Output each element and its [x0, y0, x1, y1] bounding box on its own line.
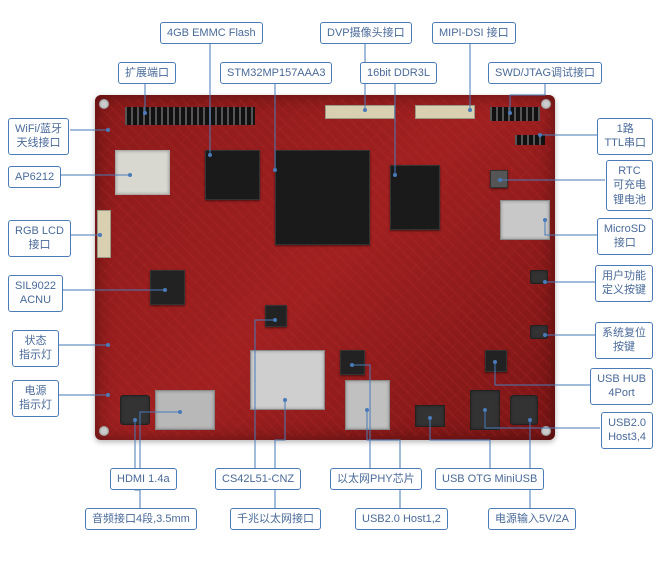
- label-dvp: DVP摄像头接口: [320, 22, 412, 44]
- sil9022-chip: [150, 270, 185, 305]
- label-reset-btn: 系统复位 按键: [595, 322, 653, 359]
- label-microsd: MicroSD 接口: [597, 218, 653, 255]
- soc-chip: [275, 150, 370, 245]
- label-codec: CS42L51-CNZ: [215, 468, 301, 490]
- expansion-header: [125, 107, 255, 125]
- label-phy: 以太网PHY芯片: [330, 468, 422, 490]
- eth-transformer: [250, 350, 325, 410]
- label-user-btn: 用户功能 定义按键: [595, 265, 653, 302]
- dvp-connector: [325, 105, 395, 119]
- hdmi-port: [155, 390, 215, 430]
- usb-hub-chip: [485, 350, 507, 372]
- usb-host34: [470, 390, 500, 430]
- label-usb34: USB2.0 Host3,4: [601, 412, 653, 449]
- label-soc: STM32MP157AAA3: [220, 62, 332, 84]
- label-power-led: 电源 指示灯: [12, 380, 59, 417]
- user-button: [530, 270, 548, 284]
- audio-jack: [120, 395, 150, 425]
- label-ddr: 16bit DDR3L: [360, 62, 437, 84]
- rgb-lcd-connector: [97, 210, 111, 258]
- label-ttl: 1路 TTL串口: [597, 118, 653, 155]
- mini-usb: [415, 405, 445, 427]
- label-sil9022: SIL9022 ACNU: [8, 275, 63, 312]
- label-rtc: RTC 可充电 锂电池: [606, 160, 653, 211]
- mipi-connector: [415, 105, 475, 119]
- eth-phy-chip: [340, 350, 365, 375]
- label-wifi-ant: WiFi/蓝牙 天线接口: [8, 118, 69, 155]
- power-jack: [510, 395, 538, 425]
- label-eth: 千兆以太网接口: [230, 508, 321, 530]
- pcb-board: [95, 95, 555, 440]
- label-jtag: SWD/JTAG调试接口: [488, 62, 602, 84]
- microsd-slot: [500, 200, 550, 240]
- label-emmc: 4GB EMMC Flash: [160, 22, 263, 44]
- jtag-header: [490, 107, 540, 121]
- wifi-module: [115, 150, 170, 195]
- usb-host12: [345, 380, 390, 430]
- ttl-header: [515, 135, 545, 145]
- label-rgblcd: RGB LCD 接口: [8, 220, 71, 257]
- ddr-chip: [390, 165, 440, 230]
- label-usb-hub: USB HUB 4Port: [590, 368, 653, 405]
- rtc-area: [490, 170, 508, 188]
- label-otg: USB OTG MiniUSB: [435, 468, 544, 490]
- emmc-chip: [205, 150, 260, 200]
- label-expansion: 扩展端口: [118, 62, 176, 84]
- label-audio: 音频接口4段,3.5mm: [85, 508, 197, 530]
- reset-button: [530, 325, 548, 339]
- label-ap6212: AP6212: [8, 166, 61, 188]
- label-mipi: MIPI-DSI 接口: [432, 22, 516, 44]
- label-status-led: 状态 指示灯: [12, 330, 59, 367]
- audio-codec-chip: [265, 305, 287, 327]
- label-usb12: USB2.0 Host1,2: [355, 508, 448, 530]
- label-power: 电源输入5V/2A: [488, 508, 576, 530]
- label-hdmi: HDMI 1.4a: [110, 468, 177, 490]
